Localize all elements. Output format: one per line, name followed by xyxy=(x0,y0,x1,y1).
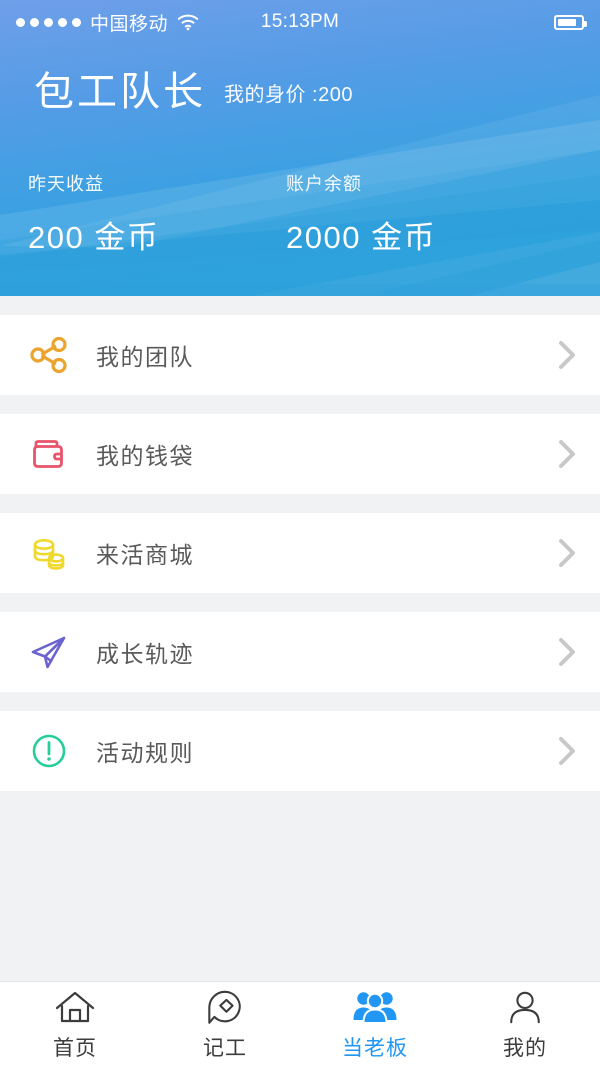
paper-plane-icon xyxy=(26,629,72,675)
menu-item-label: 我的钱袋 xyxy=(96,443,194,469)
group-users-icon xyxy=(353,988,397,1028)
page-subtitle: 我的身价 :200 xyxy=(224,84,353,106)
clock-label: 15:13PM xyxy=(260,11,340,32)
stat-label: 昨天收益 xyxy=(28,174,104,194)
menu-item-label: 来活商城 xyxy=(96,542,194,568)
menu-item-label: 成长轨迹 xyxy=(96,641,194,667)
home-icon xyxy=(55,988,95,1028)
tab-label: 记工 xyxy=(203,1036,247,1060)
stat-value: 200 金币 xyxy=(28,220,160,255)
menu-item-growth-track[interactable]: 成长轨迹 xyxy=(0,612,600,692)
tab-be-boss[interactable]: 当老板 xyxy=(300,982,450,1067)
tab-label: 当老板 xyxy=(342,1036,408,1060)
menu-item-my-team[interactable]: 我的团队 xyxy=(0,315,600,395)
wallet-icon xyxy=(26,431,72,477)
chevron-right-icon xyxy=(556,733,578,769)
tab-mine[interactable]: 我的 xyxy=(450,982,600,1067)
tab-label: 首页 xyxy=(53,1036,97,1060)
menu-item-mall[interactable]: 来活商城 xyxy=(0,513,600,593)
bottom-tab-bar: 首页 记工 当老板 我的 xyxy=(0,981,600,1067)
location-diamond-icon xyxy=(206,988,244,1028)
stat-yesterday-earnings: 昨天收益 200 金币 xyxy=(28,170,286,257)
status-bar: 中国移动 15:13PM xyxy=(0,0,600,44)
menu-item-my-wallet[interactable]: 我的钱袋 xyxy=(0,414,600,494)
stat-account-balance: 账户余额 2000 金币 xyxy=(286,170,544,257)
person-icon xyxy=(506,988,544,1028)
exclamation-circle-icon xyxy=(26,728,72,774)
app-screen: 中国移动 15:13PM 包工队长 我的身价:200 昨天收益 200 金币 … xyxy=(0,0,600,1067)
share-network-icon xyxy=(26,332,72,378)
tab-label: 我的 xyxy=(503,1036,547,1060)
chevron-right-icon xyxy=(556,634,578,670)
page-title: 包工队长 xyxy=(34,70,206,114)
menu-item-label: 我的团队 xyxy=(96,344,194,370)
stats-row: 昨天收益 200 金币 账户余额 2000 金币 xyxy=(0,112,600,257)
coins-icon xyxy=(26,530,72,576)
stat-value: 2000 金币 xyxy=(286,220,437,255)
stat-label: 账户余额 xyxy=(286,174,362,194)
status-bar-right xyxy=(554,14,587,30)
menu-item-activity-rules[interactable]: 活动规则 xyxy=(0,711,600,791)
tab-worklog[interactable]: 记工 xyxy=(150,982,300,1067)
chevron-right-icon xyxy=(556,436,578,472)
menu-list: 我的团队 我的钱袋 来活商城 成长轨迹 活动规则 xyxy=(0,296,600,981)
chevron-right-icon xyxy=(556,337,578,373)
title-row: 包工队长 我的身价 :200 xyxy=(0,44,600,112)
header-panel: 中国移动 15:13PM 包工队长 我的身价:200 昨天收益 200 金币 … xyxy=(0,0,600,296)
menu-item-label: 活动规则 xyxy=(96,740,194,766)
tab-home[interactable]: 首页 xyxy=(0,982,150,1067)
chevron-right-icon xyxy=(556,535,578,571)
battery-icon xyxy=(554,14,587,30)
